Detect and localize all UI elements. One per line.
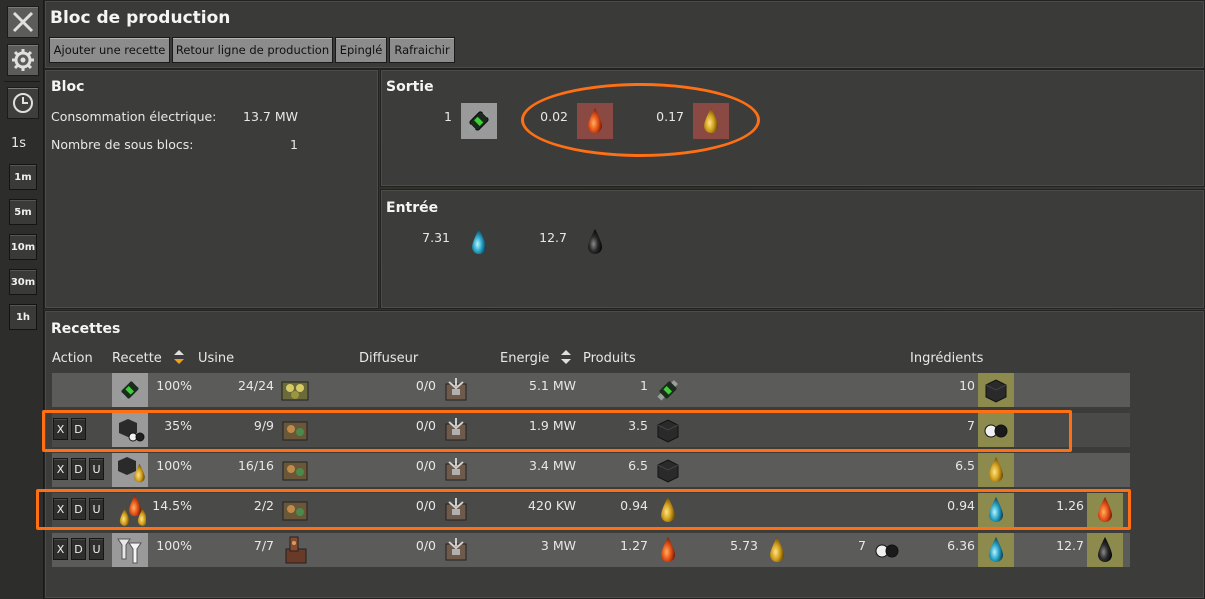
- output-value: 1: [444, 109, 452, 124]
- up-button[interactable]: U: [89, 458, 104, 480]
- column-beacon: Diffuseur: [359, 351, 419, 366]
- energy-value: 5.1 MW: [529, 378, 576, 393]
- time-10m-button[interactable]: 10m: [9, 234, 37, 260]
- input-value: 12.7: [539, 230, 567, 245]
- column-products: Produits: [583, 351, 636, 366]
- sort-icon[interactable]: [174, 350, 184, 364]
- power-label: Consommation électrique:: [51, 109, 217, 124]
- recipe-percent: 100%: [156, 458, 192, 473]
- water-drop-icon[interactable]: [978, 533, 1014, 567]
- settings-button[interactable]: [7, 44, 39, 76]
- add-recipe-button[interactable]: Ajouter une recette: [49, 37, 170, 63]
- bloc-panel: [44, 69, 379, 309]
- beacon-icon[interactable]: [438, 373, 474, 407]
- beacon-icon[interactable]: [438, 453, 474, 487]
- pin-button[interactable]: Epinglé: [335, 37, 387, 63]
- oil-processing-icon[interactable]: [112, 533, 148, 567]
- heavy-oil-drop-icon[interactable]: [650, 533, 686, 567]
- delete-button[interactable]: X: [53, 538, 68, 560]
- product-value: 7: [858, 538, 866, 553]
- column-factory: Usine: [198, 351, 235, 366]
- beacon-count: 0/0: [415, 458, 436, 473]
- highlight-oval: [521, 83, 760, 157]
- down-button[interactable]: D: [71, 458, 86, 480]
- crude-oil-drop-icon[interactable]: [1087, 533, 1123, 567]
- product-value: 1: [640, 378, 648, 393]
- crude-oil-drop-icon[interactable]: [577, 224, 613, 260]
- ingredient-value: 6.5: [955, 458, 975, 473]
- input-heading: Entrée: [386, 200, 439, 216]
- output-panel: [380, 69, 1205, 187]
- ingredient-value: 6.36: [947, 538, 975, 553]
- battery-icon[interactable]: [650, 373, 686, 407]
- close-button[interactable]: [7, 6, 39, 38]
- delete-button[interactable]: X: [53, 458, 68, 480]
- coal-icon[interactable]: [650, 453, 686, 487]
- factory-count: 24/24: [237, 378, 274, 393]
- bloc-heading: Bloc: [51, 79, 85, 95]
- input-panel: [380, 189, 1205, 309]
- input-value: 7.31: [422, 230, 450, 245]
- battery-icon[interactable]: [461, 103, 497, 139]
- column-action: Action: [52, 351, 93, 366]
- power-value: 13.7 MW: [243, 109, 298, 124]
- product-value: 5.73: [730, 538, 758, 553]
- down-button[interactable]: D: [71, 538, 86, 560]
- back-to-production-line-button[interactable]: Retour ligne de production: [172, 37, 333, 63]
- coal-liquefaction-icon[interactable]: [112, 453, 148, 487]
- light-oil-drop-icon[interactable]: [759, 533, 795, 567]
- highlight-box: [36, 489, 1131, 530]
- sort-icon[interactable]: [561, 350, 571, 364]
- time-5m-button[interactable]: 5m: [9, 199, 37, 225]
- up-button[interactable]: U: [89, 538, 104, 560]
- recipes-heading: Recettes: [51, 321, 121, 337]
- output-heading: Sortie: [386, 79, 434, 95]
- light-oil-drop-icon[interactable]: [978, 453, 1014, 487]
- sulfur-icon[interactable]: [869, 533, 905, 567]
- beacon-icon[interactable]: [438, 533, 474, 567]
- ingredient-value: 10: [959, 378, 975, 393]
- time-label: 1s: [11, 136, 27, 151]
- coal-icon[interactable]: [978, 373, 1014, 407]
- oil-refinery-icon[interactable]: [277, 533, 313, 567]
- energy-value: 3 MW: [540, 538, 576, 553]
- product-value: 6.5: [628, 458, 648, 473]
- chemical-plant-icon[interactable]: [277, 373, 313, 407]
- column-ingredients: Ingrédients: [910, 351, 984, 366]
- highlight-box: [42, 410, 1072, 452]
- clock-icon: [13, 93, 33, 113]
- time-1m-button[interactable]: 1m: [9, 164, 37, 190]
- gear-icon: [12, 49, 34, 71]
- beacon-count: 0/0: [415, 378, 436, 393]
- ingredient-value: 12.7: [1056, 538, 1084, 553]
- recipe-percent: 100%: [156, 378, 192, 393]
- chemical-plant-icon[interactable]: [277, 453, 313, 487]
- recipe-percent: 100%: [156, 538, 192, 553]
- column-recipe[interactable]: Recette: [112, 351, 162, 366]
- beacon-count: 0/0: [415, 538, 436, 553]
- refresh-button[interactable]: Rafraichir: [389, 37, 455, 63]
- factory-count: 7/7: [253, 538, 274, 553]
- time-30m-button[interactable]: 30m: [9, 269, 37, 295]
- close-icon: [12, 11, 34, 33]
- battery-recipe-icon[interactable]: [112, 373, 148, 407]
- time-button[interactable]: [7, 87, 39, 119]
- time-1h-button[interactable]: 1h: [9, 304, 37, 330]
- window-title: Bloc de production: [50, 8, 231, 28]
- product-value: 1.27: [620, 538, 648, 553]
- water-drop-icon[interactable]: [461, 224, 497, 260]
- energy-value: 3.4 MW: [529, 458, 576, 473]
- factory-count: 16/16: [237, 458, 274, 473]
- subblocks-label: Nombre de sous blocs:: [51, 137, 194, 152]
- subblocks-value: 1: [290, 137, 298, 152]
- column-energy[interactable]: Energie: [500, 351, 549, 366]
